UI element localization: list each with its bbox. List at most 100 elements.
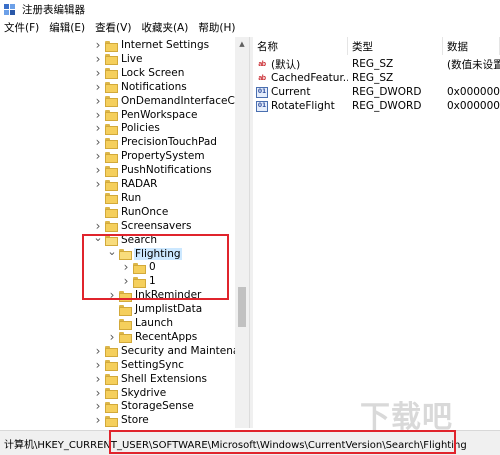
tree-item[interactable]: › PenWorkspace (93, 108, 198, 122)
menu-edit[interactable]: 编辑(E) (44, 20, 90, 35)
expand-chevron-icon[interactable]: › (93, 149, 103, 163)
no-expander (93, 205, 103, 219)
expand-chevron-icon[interactable]: › (93, 38, 103, 52)
tree-item[interactable]: › OnDemandInterfaceCach (93, 94, 249, 108)
scroll-up-arrow-icon[interactable]: ▲ (235, 37, 249, 51)
folder-icon (105, 374, 118, 386)
tree-item[interactable]: › StorageSense (93, 399, 195, 413)
no-expander (93, 191, 103, 205)
tree-item[interactable]: Run (93, 191, 142, 205)
value-type: REG_SZ (352, 58, 394, 70)
expand-chevron-icon[interactable]: › (93, 108, 103, 122)
column-header-name[interactable]: 名称 (253, 37, 348, 55)
expand-chevron-icon[interactable]: › (93, 52, 103, 66)
tree-item[interactable]: › Lock Screen (93, 66, 185, 80)
folder-icon (105, 123, 118, 135)
expand-chevron-icon[interactable]: › (93, 80, 103, 94)
expand-chevron-icon[interactable]: › (93, 372, 103, 386)
tree-item[interactable]: › RecentApps (107, 330, 198, 344)
tree-item[interactable]: › PrecisionTouchPad (93, 135, 218, 149)
folder-icon (105, 151, 118, 163)
tree-item[interactable]: › Shell Extensions (93, 372, 208, 386)
value-row[interactable]: 01Current REG_DWORD 0x00000001 (253, 85, 500, 99)
tree-item-label: JumplistData (135, 303, 203, 316)
folder-icon (105, 346, 118, 358)
value-type: REG_DWORD (352, 86, 422, 98)
expand-chevron-icon[interactable]: › (93, 399, 103, 413)
expand-chevron-icon[interactable]: › (93, 121, 103, 135)
tree-item-label: Notifications (121, 80, 187, 93)
value-name-cell: 01 Current (256, 85, 348, 99)
tree-item-label: Screensavers (121, 219, 192, 232)
window-title: 注册表编辑器 (22, 4, 85, 16)
tree-item[interactable]: › RADAR (93, 177, 158, 191)
expand-chevron-icon[interactable]: › (93, 66, 103, 80)
dword-value-icon: 01 (256, 100, 268, 112)
menu-file[interactable]: 文件(F) (0, 20, 44, 35)
menu-help[interactable]: 帮助(H) (193, 20, 240, 35)
tree-item[interactable]: › Notifications (93, 80, 188, 94)
value-name: Current (271, 86, 311, 98)
value-row[interactable]: ab (默认) REG_SZ (数值未设置) (253, 57, 500, 71)
dword-value-icon: 01 (256, 86, 268, 98)
tree-item[interactable]: RunOnce (93, 205, 169, 219)
expand-chevron-icon[interactable]: › (93, 94, 103, 108)
tree-scrollbar[interactable]: ▲ (235, 37, 249, 428)
tree-item-label: StorageSense (121, 400, 194, 413)
tree-item-label: PenWorkspace (121, 108, 198, 121)
folder-icon (105, 388, 118, 399)
folder-icon (105, 82, 118, 94)
tree-item-label: PropertySystem (121, 150, 205, 163)
folder-icon (119, 304, 132, 316)
no-expander (107, 302, 117, 316)
string-value-icon: ab (258, 60, 266, 68)
expand-chevron-icon[interactable]: › (93, 163, 103, 177)
folder-icon (105, 401, 118, 413)
title-bar: 注册表编辑器 (0, 0, 500, 19)
value-name-cell: ab CachedFeatur... (256, 71, 348, 85)
folder-icon (105, 193, 118, 205)
folder-icon (119, 332, 132, 344)
expand-chevron-icon[interactable]: › (107, 330, 117, 344)
menu-view[interactable]: 查看(V) (90, 20, 136, 35)
expand-chevron-icon[interactable]: › (93, 344, 103, 358)
registry-key-tree[interactable]: › Internet Settings › Live › Lock Screen › Noti… (0, 37, 249, 428)
expand-chevron-icon[interactable]: › (93, 177, 103, 191)
tree-item-label: SettingSync (121, 358, 184, 371)
tree-item[interactable]: JumplistData (107, 302, 203, 316)
expand-chevron-icon[interactable]: › (93, 358, 103, 372)
tree-item[interactable]: › Skydrive (93, 386, 167, 400)
string-value-icon: ab (258, 74, 266, 82)
expand-chevron-icon[interactable]: › (93, 135, 103, 149)
search-key-highlight-box (82, 234, 229, 300)
tree-item[interactable]: › SettingSync (93, 358, 185, 372)
column-header-data[interactable]: 数据 (443, 37, 500, 55)
tree-item[interactable]: › PropertySystem (93, 149, 206, 163)
watermark-logo: 下载吧 (360, 400, 453, 435)
tree-item[interactable]: › Live (93, 52, 143, 66)
folder-icon (105, 165, 118, 177)
column-header-type[interactable]: 类型 (348, 37, 443, 55)
folder-icon (105, 40, 118, 52)
scrollbar-thumb[interactable] (238, 287, 246, 327)
tree-item[interactable]: Launch (107, 316, 174, 330)
tree-item-label: Lock Screen (121, 66, 185, 79)
value-data: 0x00000000 (447, 100, 500, 112)
tree-item[interactable]: › Policies (93, 121, 161, 135)
tree-item-label: PrecisionTouchPad (121, 136, 217, 149)
menu-favorites[interactable]: 收藏夹(A) (136, 20, 193, 35)
value-row[interactable]: ab CachedFeatur... REG_SZ (253, 71, 500, 85)
tree-item[interactable]: › PushNotifications (93, 163, 213, 177)
folder-icon (105, 68, 118, 80)
value-row[interactable]: 01RotateFlight REG_DWORD 0x00000000 (253, 99, 500, 113)
tree-item-label: Run (121, 191, 142, 204)
no-expander (107, 316, 117, 330)
tree-item[interactable]: › Store (93, 413, 150, 427)
tree-item[interactable]: › Internet Settings (93, 38, 210, 52)
registry-editor-app-icon (4, 3, 16, 16)
tree-item[interactable]: › Screensavers (93, 219, 192, 233)
expand-chevron-icon[interactable]: › (93, 413, 103, 427)
tree-item-label: Shell Extensions (121, 372, 207, 385)
expand-chevron-icon[interactable]: › (93, 386, 103, 400)
tree-item[interactable]: › Security and Maintenanc (93, 344, 249, 358)
